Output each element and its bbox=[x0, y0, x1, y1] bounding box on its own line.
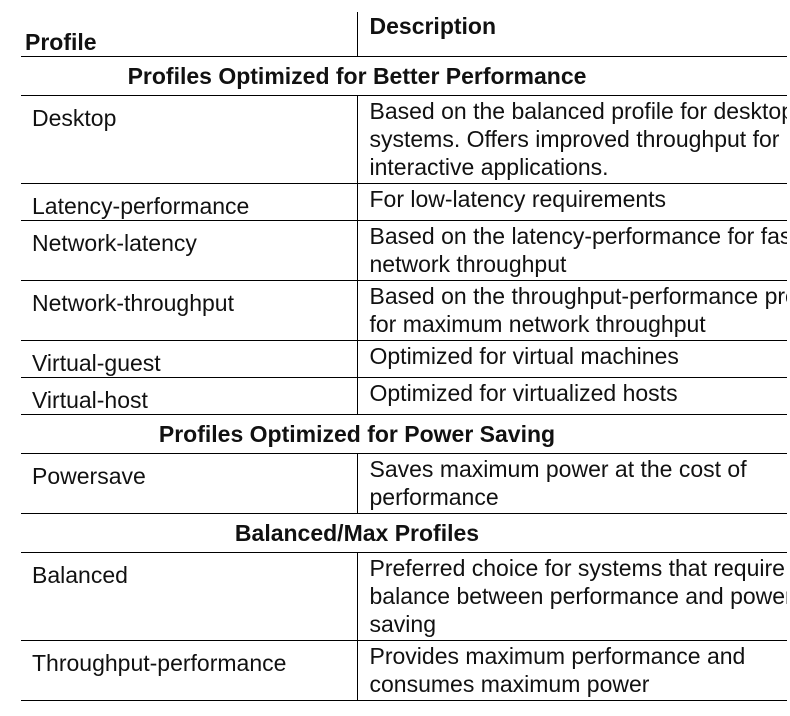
header-row: Profile Description bbox=[21, 12, 787, 57]
section-header-row: Profiles Optimized for Power Saving bbox=[21, 414, 787, 454]
profile-description: Optimized for virtual machines bbox=[356, 340, 787, 378]
profile-description: Based on the balanced profile for deskto… bbox=[356, 95, 787, 184]
profile-table-container: Profile Description Profiles Optimized f… bbox=[21, 12, 787, 701]
table-row: Powersave Saves maximum power at the cos… bbox=[21, 453, 787, 514]
profile-description: Based on the latency-performance for fas… bbox=[356, 220, 787, 281]
table-row: Network-latency Based on the latency-per… bbox=[21, 220, 787, 281]
table-body: Profiles Optimized for Better Performanc… bbox=[21, 56, 787, 701]
column-header-profile: Profile bbox=[21, 12, 357, 57]
tuned-profiles-table: Profile Description Profiles Optimized f… bbox=[21, 12, 787, 701]
profile-name: Powersave bbox=[21, 453, 357, 514]
profile-description: Optimized for virtualized hosts bbox=[356, 377, 787, 415]
profile-name: Throughput-performance bbox=[21, 640, 357, 701]
profile-description: Saves maximum power at the cost of perfo… bbox=[356, 453, 787, 514]
profile-description: Based on the throughput-performance prof… bbox=[356, 280, 787, 341]
profile-name: Network-latency bbox=[21, 220, 357, 281]
section-header-row: Balanced/Max Profiles bbox=[21, 513, 787, 553]
profile-name: Network-throughput bbox=[21, 280, 357, 341]
section-title-power-saving: Profiles Optimized for Power Saving bbox=[21, 414, 787, 454]
profile-name: Desktop bbox=[21, 95, 357, 184]
table-row: Balanced Preferred choice for systems th… bbox=[21, 552, 787, 641]
profile-description: For low-latency requirements bbox=[356, 183, 787, 221]
profile-description: Preferred choice for systems that requir… bbox=[356, 552, 787, 641]
table-row: Virtual-host Optimized for virtualized h… bbox=[21, 377, 787, 415]
section-title-balanced-max: Balanced/Max Profiles bbox=[21, 513, 787, 553]
table-header: Profile Description bbox=[21, 12, 787, 57]
table-row: Throughput-performance Provides maximum … bbox=[21, 640, 787, 701]
profile-name: Virtual-guest bbox=[21, 340, 357, 378]
profile-name: Balanced bbox=[21, 552, 357, 641]
table-row: Virtual-guest Optimized for virtual mach… bbox=[21, 340, 787, 378]
table-row: Latency-performance For low-latency requ… bbox=[21, 183, 787, 221]
table-row: Network-throughput Based on the throughp… bbox=[21, 280, 787, 341]
section-header-row: Profiles Optimized for Better Performanc… bbox=[21, 56, 787, 96]
profile-name: Latency-performance bbox=[21, 183, 357, 221]
table-row: Desktop Based on the balanced profile fo… bbox=[21, 95, 787, 184]
column-header-description: Description bbox=[356, 12, 787, 57]
profile-name: Virtual-host bbox=[21, 377, 357, 415]
profile-description: Provides maximum performance and consume… bbox=[356, 640, 787, 701]
section-title-performance: Profiles Optimized for Better Performanc… bbox=[21, 56, 787, 96]
